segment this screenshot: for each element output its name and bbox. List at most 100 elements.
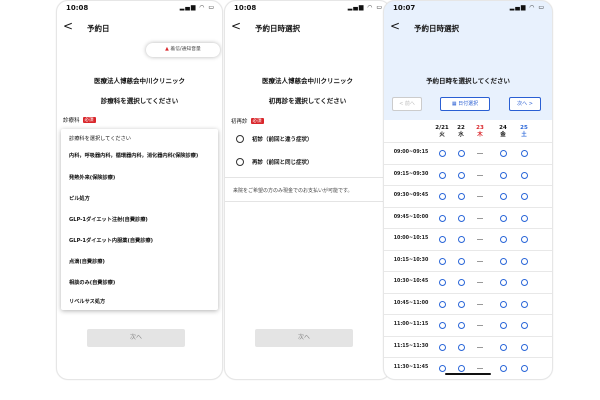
date-select-button[interactable]: ▦ 日付選択 [440, 97, 490, 111]
available-slot-icon[interactable] [521, 171, 528, 179]
home-indicator [445, 373, 491, 375]
available-slot-icon[interactable] [500, 171, 507, 179]
row-divider [384, 163, 552, 165]
available-slot-icon[interactable] [500, 193, 507, 200]
time-label: 10:00~10:15 [393, 236, 429, 241]
next-button[interactable]: 次へ [255, 329, 353, 347]
available-slot-icon[interactable] [500, 322, 507, 329]
available-slot-icon[interactable] [521, 279, 528, 286]
time-label: 09:00~09:15 [393, 150, 429, 155]
available-slot-icon[interactable] [458, 322, 465, 329]
available-slot-icon[interactable] [500, 300, 507, 308]
back-arrow-icon[interactable]: < [231, 19, 241, 33]
weekday-label: 水 [458, 132, 464, 138]
field-label-text: 診療科 [63, 118, 80, 124]
time-label: 11:00~11:15 [393, 322, 429, 327]
row-divider [384, 271, 552, 272]
unavailable-slot-icon [477, 303, 483, 305]
available-slot-icon[interactable] [439, 193, 446, 200]
available-slot-icon[interactable] [439, 236, 446, 243]
required-badge: 必須 [82, 117, 96, 123]
available-slot-icon[interactable] [439, 300, 446, 308]
unavailable-slot-icon [477, 174, 483, 176]
bell-icon: ▲ [165, 47, 169, 52]
calendar-icon: ▦ [451, 101, 457, 107]
row-divider [384, 292, 552, 294]
available-slot-icon[interactable] [439, 214, 446, 222]
available-slot-icon[interactable] [500, 236, 507, 243]
day-column-header: 24 金 [495, 125, 511, 139]
time-label: 11:15~11:30 [393, 343, 429, 349]
available-slot-icon[interactable] [500, 257, 507, 265]
available-slot-icon[interactable] [439, 257, 446, 265]
available-slot-icon[interactable] [458, 150, 465, 157]
header: < 予約日時選択 [384, 17, 552, 39]
dropdown-option[interactable]: GLP-1ダイエット内服薬(自費診療) [69, 238, 212, 245]
available-slot-icon[interactable] [439, 365, 446, 372]
available-slot-icon[interactable] [439, 171, 446, 179]
dropdown-option[interactable]: GLP-1ダイエット注射(自費診療) [69, 217, 212, 224]
dropdown-option[interactable]: ピル処方 [69, 196, 212, 203]
available-slot-icon[interactable] [458, 214, 465, 222]
available-slot-icon[interactable] [521, 300, 528, 308]
available-slot-icon[interactable] [458, 365, 465, 372]
available-slot-icon[interactable] [500, 150, 507, 157]
time-label: 11:30~11:45 [393, 365, 429, 370]
radio-first-visit[interactable] [236, 135, 244, 143]
next-week-button[interactable]: 次へ > [509, 97, 541, 111]
available-slot-icon[interactable] [458, 257, 465, 265]
available-slot-icon[interactable] [439, 150, 446, 157]
available-slot-icon[interactable] [521, 257, 528, 265]
dropdown-option[interactable]: リベルサス処方 [69, 299, 212, 306]
available-slot-icon[interactable] [439, 343, 446, 351]
available-slot-icon[interactable] [500, 365, 507, 372]
back-arrow-icon[interactable]: < [390, 19, 400, 33]
dropdown-option[interactable]: 発熱外来(保険診療) [69, 175, 212, 182]
unavailable-slot-icon [477, 325, 483, 326]
dropdown-option[interactable]: 相談のみ(自費診療) [69, 280, 212, 287]
available-slot-icon[interactable] [521, 322, 528, 329]
available-slot-icon[interactable] [458, 343, 465, 351]
next-button[interactable]: 次へ [87, 329, 185, 347]
day-column-header: 2/21 火 [435, 125, 449, 138]
available-slot-icon[interactable] [521, 365, 528, 372]
department-dropdown-list[interactable]: 診療科を選択してください 内科，呼吸器内科，循環器内科，消化器内科(保険診療) … [61, 129, 218, 310]
prev-week-button[interactable]: < 前へ [392, 97, 422, 111]
dropdown-option[interactable]: 診療科を選択してください [69, 136, 212, 143]
row-divider [384, 357, 552, 358]
available-slot-icon[interactable] [458, 171, 465, 179]
time-label: 10:45~11:00 [393, 300, 429, 306]
weekday-label: 土 [521, 132, 527, 138]
available-slot-icon[interactable] [458, 279, 465, 286]
available-slot-icon[interactable] [521, 214, 528, 222]
back-arrow-icon[interactable]: < [63, 19, 73, 33]
available-slot-icon[interactable] [439, 279, 446, 286]
radio-return-visit[interactable] [236, 158, 244, 166]
available-slot-icon[interactable] [458, 193, 465, 200]
radio-label[interactable]: 再診（前回と同じ症状） [252, 158, 313, 166]
dropdown-option[interactable]: 内科，呼吸器内科，循環器内科，消化器内科(保険診療) [69, 153, 212, 160]
available-slot-icon[interactable] [521, 343, 528, 351]
volume-notification-toast: ▲ 着信/通知音量 [146, 43, 220, 57]
available-slot-icon[interactable] [500, 214, 507, 222]
available-slot-icon[interactable] [500, 343, 507, 351]
available-slot-icon[interactable] [458, 236, 465, 243]
row-divider [384, 335, 552, 337]
signal-battery-icons: ▂▄▆ ◠ ▭ [347, 4, 383, 11]
status-bar: 10:08 ▂▄▆ ◠ ▭ [225, 1, 390, 17]
available-slot-icon[interactable] [521, 236, 528, 243]
department-field-label: 診療科 必須 [63, 116, 96, 124]
available-slot-icon[interactable] [458, 300, 465, 308]
available-slot-icon[interactable] [521, 193, 528, 200]
visit-type-field-label: 初再診 必須 [231, 117, 264, 125]
status-time: 10:08 [234, 4, 257, 12]
available-slot-icon[interactable] [500, 279, 507, 286]
dropdown-option[interactable]: 点滴(自費診療) [69, 259, 212, 266]
time-label: 10:15~10:30 [393, 257, 429, 263]
day-column-header: 25 土 [516, 125, 532, 139]
radio-label[interactable]: 初診（前回と違う症状） [252, 135, 313, 143]
page-title: 予約日 [87, 24, 110, 33]
available-slot-icon[interactable] [439, 322, 446, 329]
available-slot-icon[interactable] [521, 150, 528, 157]
field-label-text: 初再診 [231, 119, 248, 125]
